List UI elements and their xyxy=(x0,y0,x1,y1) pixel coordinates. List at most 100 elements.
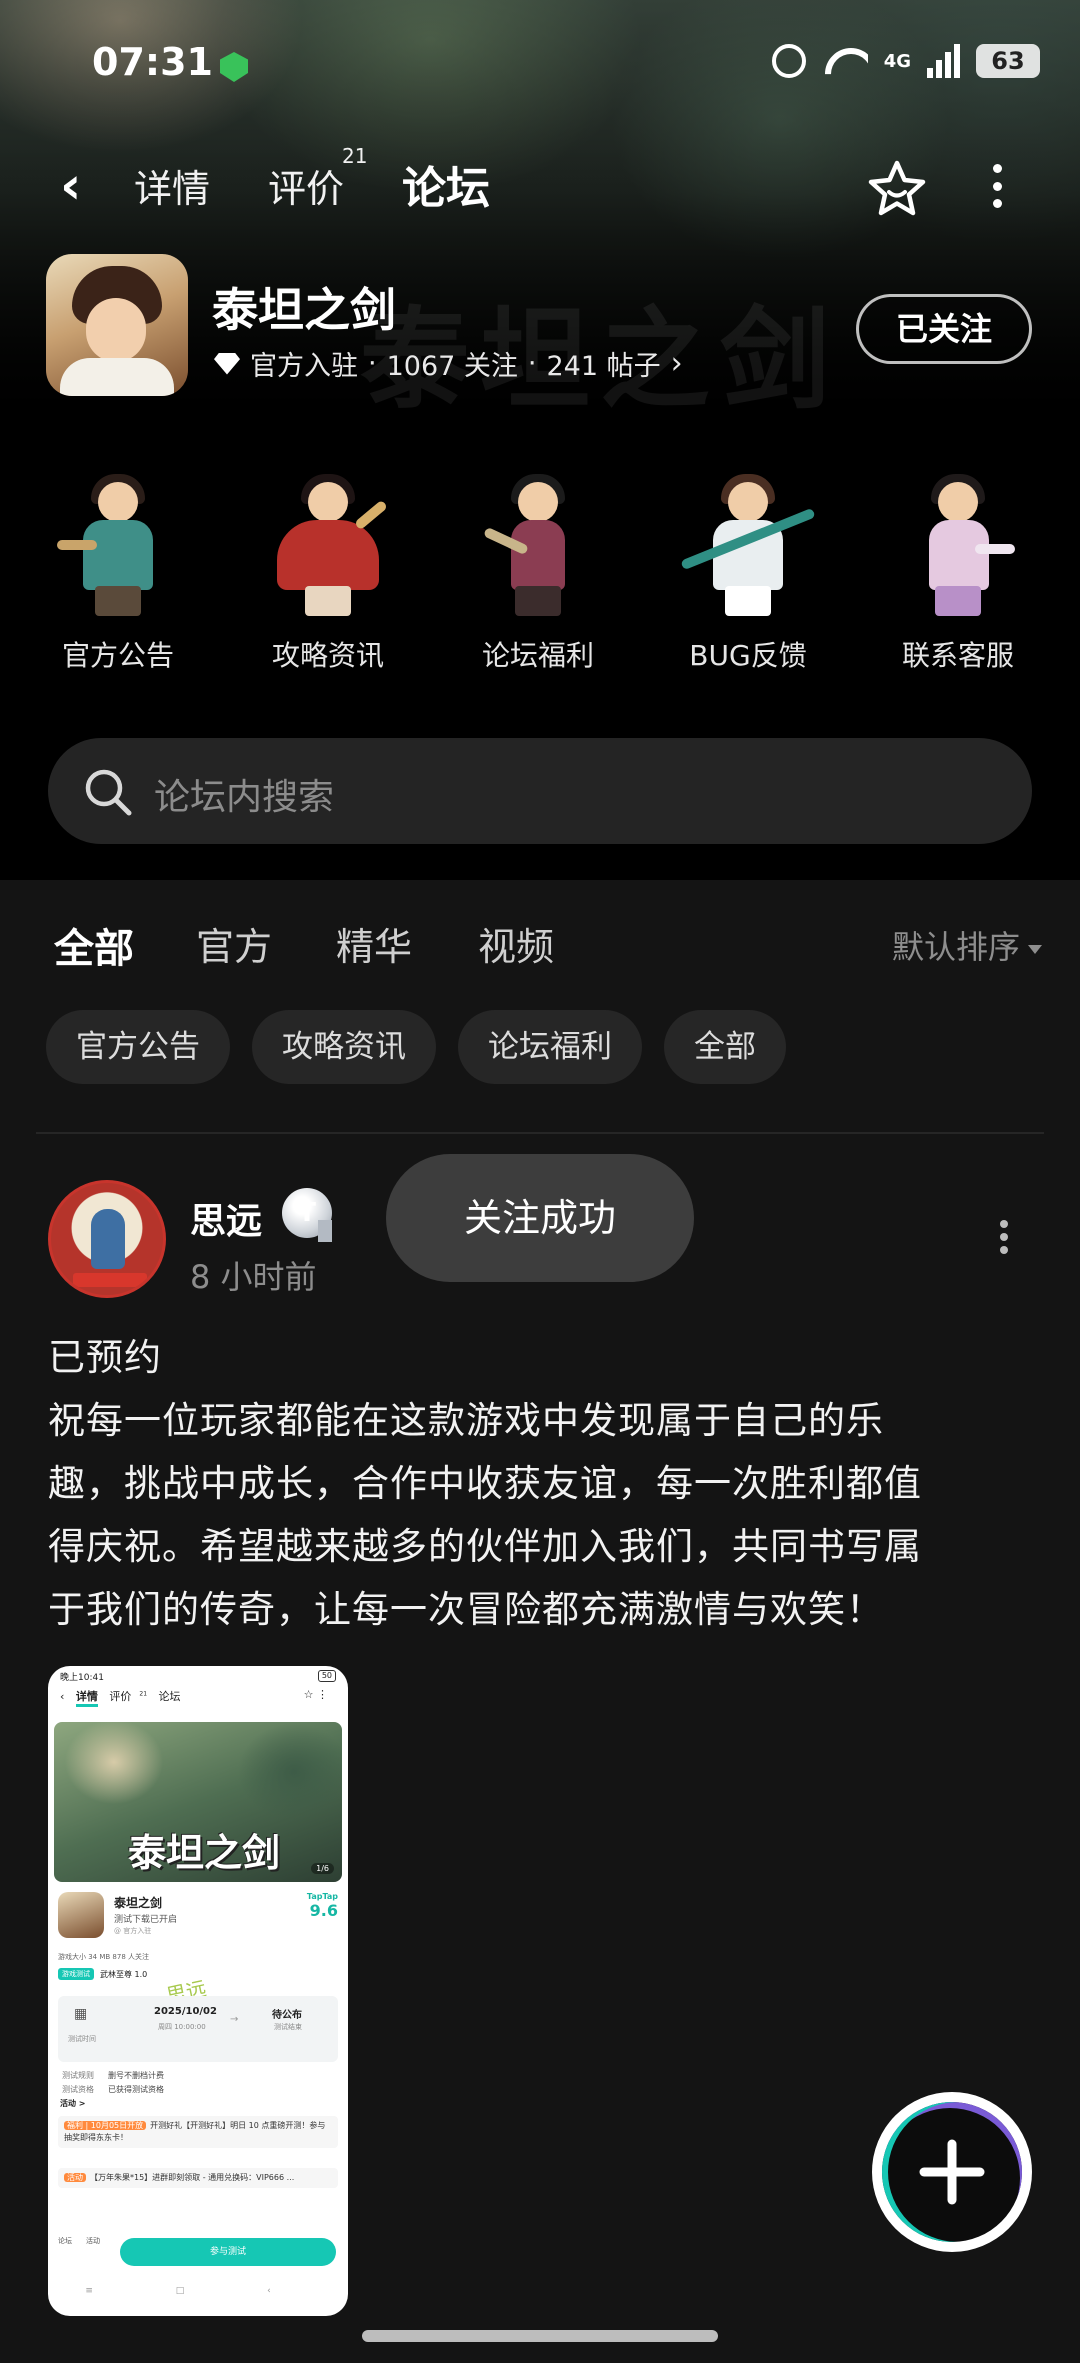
back-button[interactable]: ‹ xyxy=(60,160,100,212)
category-label: 论坛福利 xyxy=(481,639,594,672)
thumb-calendar-icon: ▦ xyxy=(74,2006,88,2022)
create-post-button[interactable] xyxy=(872,2092,1032,2252)
post-body[interactable]: 已预约 祝每一位玩家都能在这款游戏中发现属于自己的乐 趣，挑战中成长，合作中收获… xyxy=(48,1326,1008,1641)
more-options-icon[interactable] xyxy=(990,164,1004,208)
thumb-review-count: 21 xyxy=(139,1690,148,1698)
thumb-join-button: 参与测试 xyxy=(120,2238,336,2266)
thumb-test-tag: 游戏测试 xyxy=(58,1968,94,1980)
follow-button[interactable]: 已关注 xyxy=(856,294,1032,364)
sort-label: 默认排序 xyxy=(891,928,1020,966)
feed-tab-featured[interactable]: 精华 xyxy=(336,916,412,971)
app-meta[interactable]: 官方入驻 · 1067 关注 · 241 帖子 › xyxy=(214,344,683,383)
meta-separator: · xyxy=(368,348,377,379)
feed-tab-video[interactable]: 视频 xyxy=(478,916,554,971)
feed-tabs: 全部 官方 精华 视频 默认排序 xyxy=(0,916,1080,986)
thumb-activity-title: 活动 > xyxy=(60,2099,86,2108)
thumb-test-date: 2025/10/02 xyxy=(154,2006,217,2017)
followers-count: 1067 关注 xyxy=(386,351,518,382)
category-customer-service[interactable]: 联系客服 xyxy=(858,470,1058,674)
post-line: 已预约 xyxy=(48,1336,162,1379)
thumb-activity-item: 活动 【万年朱果*15】进群即刻领取 - 通用兑换码：VIP666 ... xyxy=(58,2168,338,2188)
filter-chips: 官方公告 攻略资讯 论坛福利 全部 xyxy=(46,1010,786,1084)
chip-all[interactable]: 全部 xyxy=(664,1010,786,1084)
thumb-bottom-forum: 论坛 xyxy=(58,2237,72,2245)
chip-official-notice[interactable]: 官方公告 xyxy=(46,1010,230,1084)
tab-review-label: 评价 xyxy=(268,167,345,211)
thumb-activity-item: 福利 | 10月05日开放 开测好礼【开测好礼】明日 10 点重磅开测！参与抽奖即… xyxy=(58,2116,338,2148)
thumb-status-bar: 晚上10:41 50 xyxy=(48,1666,348,1686)
thumb-kv-value: 删号不删档计费 xyxy=(108,2071,164,2080)
author-name[interactable]: 思远 xyxy=(190,1192,262,1244)
forum-welfare-character-icon xyxy=(463,470,613,620)
chip-forum-welfare[interactable]: 论坛福利 xyxy=(458,1010,642,1084)
thumb-kv-row: 测试规则 删号不删档计费 xyxy=(62,2070,164,2081)
thumb-kv-key: 测试资格 xyxy=(62,2085,94,2094)
category-bug-feedback[interactable]: BUG反馈 xyxy=(648,470,848,674)
review-count: 21 xyxy=(342,144,368,168)
forum-search-bar[interactable]: 论坛内搜索 xyxy=(48,738,1032,844)
category-forum-welfare[interactable]: 论坛福利 xyxy=(438,470,638,674)
thumb-test-date-sub: 周四 10:00:00 xyxy=(158,2023,206,2031)
fab-ring xyxy=(882,2102,1022,2242)
battery-indicator: 63 xyxy=(976,44,1040,78)
tab-forum[interactable]: 论坛 xyxy=(398,152,494,216)
category-label: 攻略资讯 xyxy=(271,639,384,672)
sort-dropdown[interactable]: 默认排序 xyxy=(892,922,1042,968)
thumb-score-value: 9.6 xyxy=(309,1901,338,1920)
favorite-star-icon[interactable] xyxy=(866,158,928,220)
thumb-test-row: 游戏测试 武林至尊 1.0 xyxy=(58,1968,147,1980)
chip-strategy-news[interactable]: 攻略资讯 xyxy=(252,1010,436,1084)
status-icons: 4G 63 xyxy=(771,44,1040,78)
post-line: 趣，挑战中成长，合作中收获友谊，每一次胜利都值 xyxy=(48,1462,922,1505)
thumb-app-info: 泰坦之剑 测试下载已开启 @ 官方入驻 TapTap 9.6 xyxy=(58,1892,338,1942)
author-avatar[interactable] xyxy=(48,1180,166,1298)
category-label: 官方公告 xyxy=(61,639,174,672)
feed-tab-all[interactable]: 全部 xyxy=(54,916,134,976)
posts-count: 241 帖子 xyxy=(546,351,661,382)
thumb-banner-title: 泰坦之剑 xyxy=(128,1830,281,1875)
thumb-tab-review-label: 评价 xyxy=(109,1690,132,1703)
tab-detail[interactable]: 详情 xyxy=(134,158,210,213)
category-official-notice[interactable]: 官方公告 xyxy=(18,470,218,674)
official-notice-character-icon xyxy=(43,470,193,620)
home-indicator[interactable] xyxy=(362,2330,718,2342)
status-time: 07:31 xyxy=(92,40,213,84)
tab-review[interactable]: 评价 21 xyxy=(268,144,367,213)
thumb-nav: ‹ 详情 评价 21 论坛 ☆ ⋮ xyxy=(48,1688,348,1712)
post-image-thumbnail[interactable]: 晚上10:41 50 ‹ 详情 评价 21 论坛 ☆ ⋮ 泰坦之剑 1/6 泰坦之… xyxy=(48,1666,348,2316)
thumb-system-bar: ≡ □ ‹ xyxy=(85,2286,311,2296)
app-icon[interactable] xyxy=(46,254,188,396)
thumb-tab-detail: 详情 xyxy=(75,1688,98,1707)
app-name[interactable]: 泰坦之剑 xyxy=(212,274,396,340)
thumb-test-end-sub: 测试结束 xyxy=(274,2023,302,2031)
signal-icon xyxy=(927,44,960,78)
thumb-test-name: 武林至尊 1.0 xyxy=(100,1969,148,1979)
customer-service-character-icon xyxy=(883,470,1033,620)
thumb-arrow-icon: → xyxy=(230,2014,239,2025)
feed-tab-official[interactable]: 官方 xyxy=(196,916,272,971)
search-icon xyxy=(85,769,132,816)
category-strategy-news[interactable]: 攻略资讯 xyxy=(228,470,428,674)
post-more-icon[interactable] xyxy=(998,1220,1010,1254)
post-line: 得庆祝。希望越来越多的伙伴加入我们，共同书写属 xyxy=(48,1525,922,1568)
official-diamond-icon xyxy=(214,352,240,375)
search-input[interactable]: 论坛内搜索 xyxy=(154,768,334,820)
category-label: 联系客服 xyxy=(901,639,1014,672)
thumb-test-left-label: 测试时间 xyxy=(68,2035,96,2043)
category-shortcuts: 官方公告 攻略资讯 论坛福利 BUG反馈 联系客服 xyxy=(0,470,1080,680)
thumb-kv-value: 已获得测试资格 xyxy=(108,2085,164,2094)
thumb-activity-tag: 福利 | 10月05日开放 xyxy=(64,2121,147,2130)
thumb-test-card: ▦ 测试时间 2025/10/02 周四 10:00:00 → 待公布 测试结束 xyxy=(58,1996,338,2062)
thumb-score-brand: TapTap xyxy=(306,1892,338,1901)
strategy-news-character-icon xyxy=(253,470,403,620)
thumb-app-icon xyxy=(58,1892,104,1938)
post-time: 8 小时前 xyxy=(190,1258,317,1296)
thumb-star-icon: ☆ ⋮ xyxy=(303,1688,328,1701)
feed-divider xyxy=(36,1132,1044,1134)
app-info: 泰坦之剑 官方入驻 · 1067 关注 · 241 帖子 › 已关注 xyxy=(0,250,1080,400)
thumb-activity-tag: 活动 xyxy=(64,2173,86,2182)
thumb-kv-key: 测试规则 xyxy=(62,2071,94,2080)
thumb-kv-row: 测试资格 已获得测试资格 xyxy=(62,2084,164,2095)
bug-feedback-character-icon xyxy=(673,470,823,620)
alarm-icon xyxy=(771,44,806,78)
